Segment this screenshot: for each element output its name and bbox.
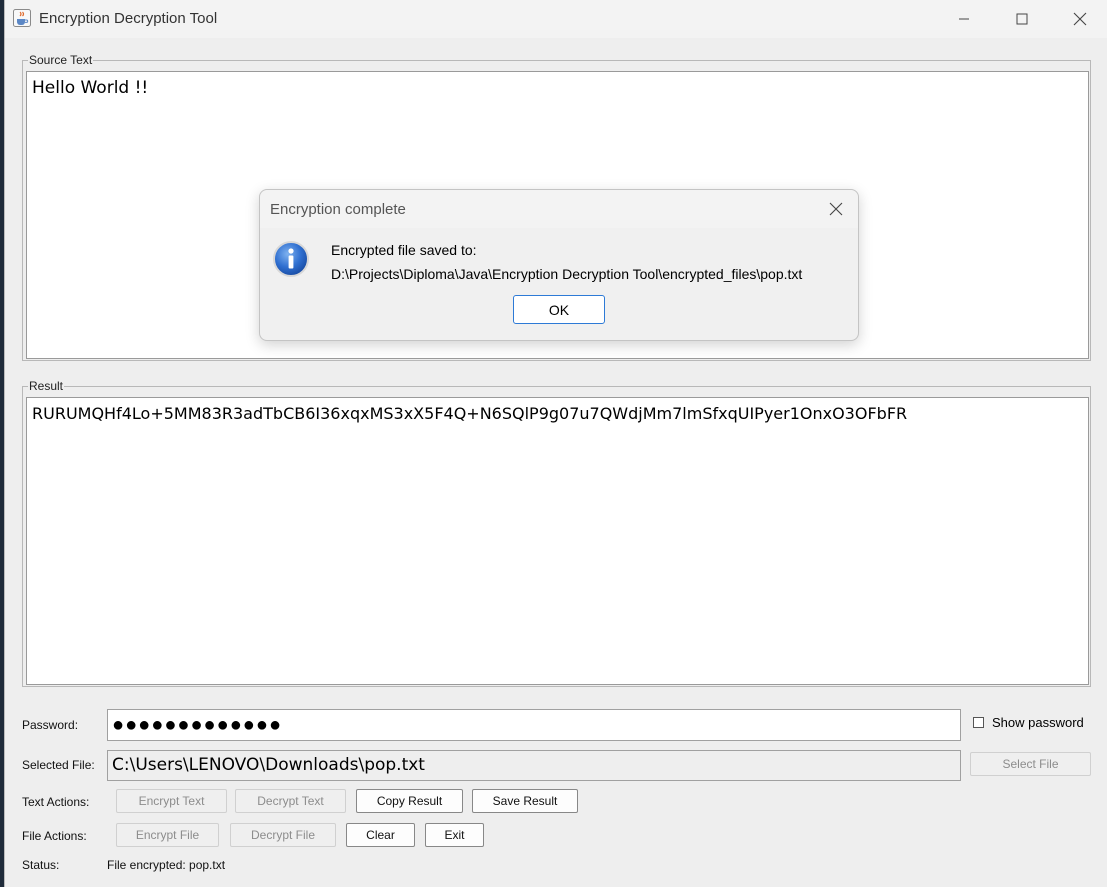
- exit-button[interactable]: Exit: [425, 823, 484, 847]
- password-label: Password:: [22, 718, 79, 732]
- close-icon: [829, 202, 843, 216]
- minimize-icon: [959, 18, 969, 20]
- copy-result-button[interactable]: Copy Result: [356, 789, 463, 813]
- info-icon: [273, 241, 309, 277]
- dialog-title-bar[interactable]: Encryption complete: [260, 190, 858, 228]
- file-actions-label: File Actions:: [22, 829, 87, 843]
- save-result-button[interactable]: Save Result: [472, 789, 578, 813]
- result-group: Result RURUMQHf4Lo+5MM83R3adTbCB6I36xqxM…: [22, 379, 1091, 687]
- dialog-message-path: D:\Projects\Diploma\Java\Encryption Decr…: [331, 266, 803, 282]
- main-window: Encryption Decryption Tool Source Text H…: [4, 0, 1107, 887]
- java-cup-icon: [13, 9, 31, 27]
- close-window-button[interactable]: [1057, 4, 1103, 34]
- result-textarea[interactable]: RURUMQHf4Lo+5MM83R3adTbCB6I36xqxMS3xX5F4…: [26, 397, 1089, 685]
- window-title: Encryption Decryption Tool: [39, 10, 218, 27]
- minimize-button[interactable]: [941, 4, 987, 34]
- decrypt-file-button[interactable]: Decrypt File: [230, 823, 336, 847]
- clear-button[interactable]: Clear: [346, 823, 415, 847]
- close-icon: [1073, 12, 1087, 26]
- dialog-title: Encryption complete: [270, 201, 406, 218]
- selected-file-label: Selected File:: [22, 758, 95, 772]
- selected-file-field: C:\Users\LENOVO\Downloads\pop.txt: [107, 750, 961, 781]
- maximize-icon: [1016, 13, 1028, 25]
- maximize-button[interactable]: [999, 4, 1045, 34]
- source-text-label: Source Text: [28, 53, 94, 67]
- select-file-button[interactable]: Select File: [970, 752, 1091, 776]
- dialog-message-line1: Encrypted file saved to:: [331, 242, 477, 258]
- status-label: Status:: [22, 858, 60, 872]
- encrypt-file-button[interactable]: Encrypt File: [116, 823, 219, 847]
- checkbox-box[interactable]: [973, 717, 984, 728]
- ok-button[interactable]: OK: [513, 295, 605, 324]
- title-bar[interactable]: Encryption Decryption Tool: [5, 0, 1107, 38]
- status-value: File encrypted: pop.txt: [107, 858, 226, 872]
- show-password-checkbox[interactable]: Show password: [973, 715, 1084, 730]
- encryption-complete-dialog: Encryption complete Encrypted file saved…: [259, 189, 859, 341]
- dialog-close-button[interactable]: [825, 198, 847, 220]
- result-label: Result: [28, 379, 65, 393]
- decrypt-text-button[interactable]: Decrypt Text: [235, 789, 346, 813]
- text-actions-label: Text Actions:: [22, 795, 90, 809]
- password-field[interactable]: ●●●●●●●●●●●●●: [107, 709, 961, 741]
- encrypt-text-button[interactable]: Encrypt Text: [116, 789, 227, 813]
- show-password-label: Show password: [992, 715, 1084, 730]
